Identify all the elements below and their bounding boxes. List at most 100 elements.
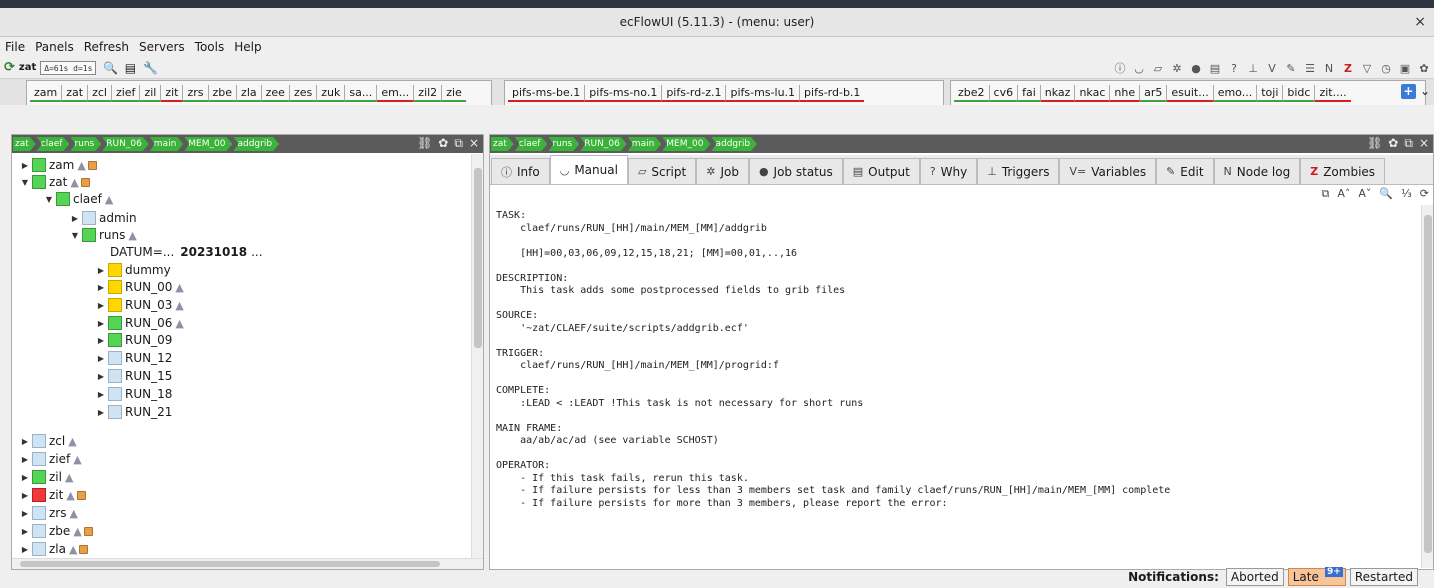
reload-icon[interactable]: ⟳ xyxy=(1420,187,1429,201)
tree-node-dummy[interactable]: ▶ dummy xyxy=(96,262,171,278)
tree-node-run03[interactable]: ▶ RUN_03 ▲ xyxy=(96,297,184,313)
restarted-button[interactable]: Restarted xyxy=(1349,568,1418,586)
menu-tools[interactable]: Tools xyxy=(195,40,225,54)
server-tab[interactable]: zie xyxy=(442,85,466,102)
late-button[interactable]: Late 9+ xyxy=(1287,567,1346,586)
tree-node-zrs[interactable]: ▶ zrs ▲ xyxy=(20,505,78,521)
server-tab-group[interactable]: pifs-ms-be.1 pifs-ms-no.1 pifs-rd-z.1 pifs-… xyxy=(504,80,944,105)
script-icon[interactable]: ▱ xyxy=(1150,60,1166,76)
dashboard-icon[interactable]: ▣ xyxy=(1397,60,1413,76)
close-icon[interactable]: × xyxy=(469,136,479,151)
breadcrumb-item[interactable]: runs xyxy=(70,137,101,151)
tree-node-admin[interactable]: ▶ admin xyxy=(70,210,137,226)
tab-node-log[interactable]: N Node log xyxy=(1213,158,1301,184)
menu-servers[interactable]: Servers xyxy=(139,40,185,54)
breadcrumb-item[interactable]: claef xyxy=(37,137,70,151)
server-tab[interactable]: pifs-rd-b.1 xyxy=(800,85,865,102)
tree-node-run15[interactable]: ▶ RUN_15 xyxy=(96,368,172,384)
line-numbers-icon[interactable]: ⅓ xyxy=(1401,187,1412,201)
tab-triggers[interactable]: ⊥ Triggers xyxy=(977,158,1060,184)
manual-text[interactable]: TASK: claef/runs/RUN_[HH]/main/MEM_[MM]/… xyxy=(490,205,1421,568)
tab-manual[interactable]: ◡ Manual xyxy=(549,155,628,184)
server-tab[interactable]: sa... xyxy=(345,84,378,102)
tree-node-zcl[interactable]: ▶ zcl ▲ xyxy=(20,433,77,449)
refresh-icon[interactable]: ⟳ xyxy=(4,60,15,75)
server-tab[interactable]: fai xyxy=(1018,84,1041,102)
server-tab[interactable]: zit xyxy=(161,84,184,102)
server-tab[interactable]: zbe xyxy=(208,84,238,102)
close-icon[interactable]: × xyxy=(1419,136,1429,151)
server-tab[interactable]: zbe2 xyxy=(954,84,990,102)
tab-job[interactable]: ✲ Job xyxy=(696,158,749,184)
output-icon[interactable]: ▤ xyxy=(1207,60,1223,76)
server-tab[interactable]: zla xyxy=(237,84,262,102)
filter-icon[interactable]: ▽ xyxy=(1359,60,1375,76)
breadcrumb-item[interactable]: zat xyxy=(13,137,36,151)
breadcrumb-item[interactable]: RUN_06 xyxy=(102,137,149,151)
server-tab[interactable]: zcl xyxy=(88,84,112,102)
server-tab[interactable]: zit.... xyxy=(1315,85,1351,102)
search-icon[interactable]: 🔍 xyxy=(1379,187,1393,201)
server-tab[interactable]: emo... xyxy=(1213,84,1258,102)
breadcrumb-item[interactable]: addgrib xyxy=(233,137,279,151)
tab-script[interactable]: ▱ Script xyxy=(627,158,697,184)
tree-node-claef[interactable]: ▼ claef ▲ xyxy=(44,191,113,207)
tree-node-zat[interactable]: ▼ zat ▲ xyxy=(20,174,90,190)
chevron-down-icon[interactable]: ⌄ xyxy=(1420,84,1430,99)
server-tab[interactable]: pifs-ms-no.1 xyxy=(585,84,663,102)
tab-edit[interactable]: ✎ Edit xyxy=(1156,158,1214,184)
tab-why[interactable]: ? Why xyxy=(919,158,978,184)
add-tab-icon[interactable]: + xyxy=(1400,84,1416,99)
menu-refresh[interactable]: Refresh xyxy=(84,40,129,54)
server-tab[interactable]: zuk xyxy=(317,84,346,102)
link-icon[interactable]: ⛓ xyxy=(417,136,432,151)
menu-panels[interactable]: Panels xyxy=(35,40,74,54)
copy-icon[interactable]: ⧉ xyxy=(1321,187,1329,201)
detach-icon[interactable]: ⧉ xyxy=(1404,136,1413,151)
server-tab[interactable]: toji xyxy=(1257,84,1284,102)
triggers-icon[interactable]: ⊥ xyxy=(1245,60,1261,76)
aborted-button[interactable]: Aborted xyxy=(1225,568,1284,586)
server-tab[interactable]: pifs-ms-lu.1 xyxy=(726,84,801,102)
settings-icon[interactable]: ✿ xyxy=(1388,136,1398,151)
breadcrumb-item[interactable]: RUN_06 xyxy=(580,137,627,151)
server-tab[interactable]: zil xyxy=(140,84,162,102)
server-tab[interactable]: zil2 xyxy=(414,84,443,102)
tree-node-run06[interactable]: ▶ RUN_06 ▲ xyxy=(96,315,184,331)
server-tab[interactable]: zief xyxy=(111,84,141,102)
tree-node-run18[interactable]: ▶ RUN_18 xyxy=(96,386,172,402)
server-tab[interactable]: pifs-rd-z.1 xyxy=(662,84,727,102)
timeline-icon[interactable]: ☰ xyxy=(1302,60,1318,76)
server-load-icon[interactable]: ▤ xyxy=(122,60,138,76)
menu-file[interactable]: File xyxy=(5,40,25,54)
server-tab[interactable]: bidc xyxy=(1283,84,1316,102)
job-icon[interactable]: ✲ xyxy=(1169,60,1185,76)
tab-output[interactable]: ▤ Output xyxy=(842,158,920,184)
breadcrumb-item[interactable]: main xyxy=(150,137,184,151)
info-icon[interactable]: ⓘ xyxy=(1112,60,1128,76)
jobstatus-icon[interactable]: ● xyxy=(1188,60,1204,76)
server-tab[interactable]: cv6 xyxy=(989,84,1019,102)
manual-scrollbar[interactable] xyxy=(1421,205,1433,568)
server-tab[interactable]: zat xyxy=(62,84,89,102)
tree-node-zit[interactable]: ▶ zit ▲ xyxy=(20,487,86,503)
wrench-icon[interactable]: 🔧 xyxy=(142,60,158,76)
server-tab[interactable]: esuit... xyxy=(1167,84,1214,102)
why-icon[interactable]: ? xyxy=(1226,60,1242,76)
nodelog-icon[interactable]: N xyxy=(1321,60,1337,76)
breadcrumb-item[interactable]: MEM_00 xyxy=(662,137,710,151)
tree-node-run12[interactable]: ▶ RUN_12 xyxy=(96,350,172,366)
settings-icon[interactable]: ✿ xyxy=(438,136,448,151)
manual-icon[interactable]: ◡ xyxy=(1131,60,1147,76)
server-tab[interactable]: zam xyxy=(30,84,63,102)
tab-info[interactable]: ⓘ Info xyxy=(491,158,550,184)
link-icon[interactable]: ⛓ xyxy=(1367,136,1382,151)
menu-help[interactable]: Help xyxy=(234,40,261,54)
server-tab[interactable]: zes xyxy=(289,84,318,102)
breadcrumb-item[interactable]: addgrib xyxy=(711,137,757,151)
server-tab[interactable]: nkaz xyxy=(1040,84,1076,102)
tab-zombies[interactable]: Z Zombies xyxy=(1300,158,1386,184)
server-tab[interactable]: zee xyxy=(261,84,290,102)
close-icon[interactable]: × xyxy=(1414,8,1426,37)
server-tab-group[interactable]: zam zat zcl zief zil zit zrs zbe zla zee zes zuk sa.… xyxy=(26,80,492,105)
